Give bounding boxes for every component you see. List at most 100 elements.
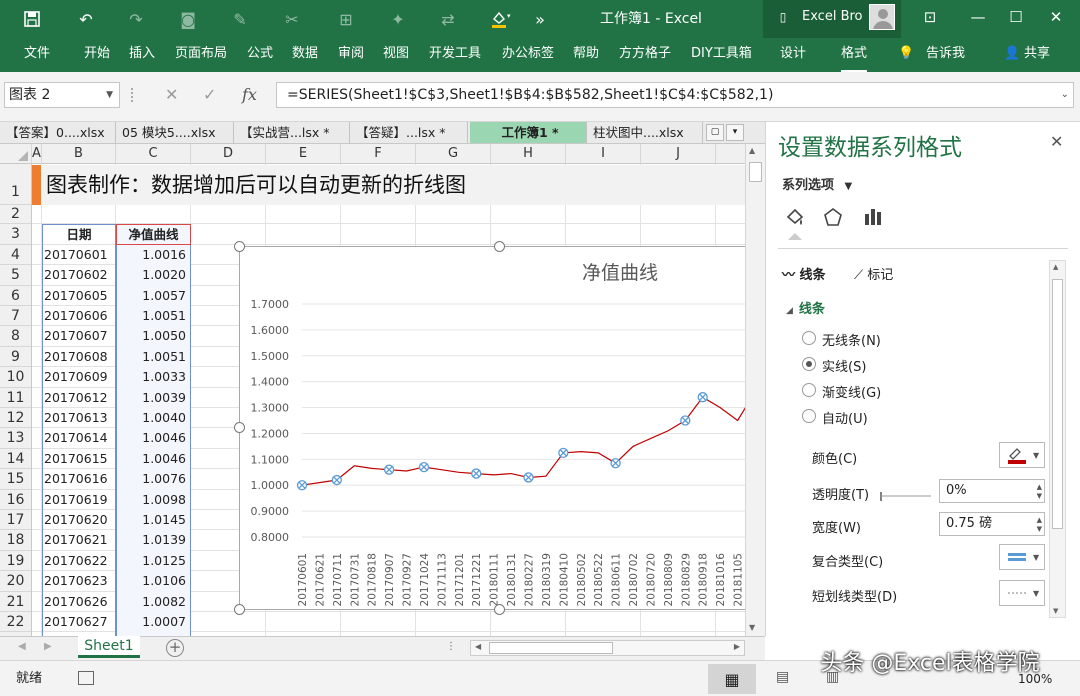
- enter-icon[interactable]: ✓: [203, 82, 216, 108]
- column-header[interactable]: D: [191, 144, 266, 164]
- insert-function-icon[interactable]: fx: [242, 82, 257, 108]
- scroll-thumb[interactable]: [749, 162, 762, 182]
- column-header[interactable]: I: [566, 144, 641, 164]
- value-cell[interactable]: 1.0046: [118, 428, 186, 448]
- fill-color-icon[interactable]: ▾: [480, 0, 520, 38]
- macro-record-icon[interactable]: [78, 671, 94, 685]
- column-header[interactable]: C: [116, 144, 191, 164]
- value-cell[interactable]: 1.0082: [118, 592, 186, 612]
- save-icon[interactable]: [14, 0, 50, 38]
- date-cell[interactable]: 20170616: [44, 469, 114, 489]
- row-header[interactable]: 2: [0, 205, 31, 224]
- scroll-thumb[interactable]: [1052, 279, 1063, 529]
- data-point-marker[interactable]: [697, 392, 708, 403]
- scroll-thumb[interactable]: [489, 642, 613, 654]
- transparency-input[interactable]: 0% ▲ ▼: [939, 479, 1045, 503]
- radio-label[interactable]: 渐变线(G): [822, 382, 881, 401]
- workbook-tab[interactable]: 【答疑】...lsx *: [352, 122, 468, 143]
- transparency-slider[interactable]: [879, 490, 931, 502]
- date-cell[interactable]: 20170620: [44, 510, 114, 530]
- date-cell[interactable]: 20170627: [44, 612, 114, 632]
- value-cell[interactable]: 1.0145: [118, 510, 186, 530]
- value-cell[interactable]: 1.0098: [118, 490, 186, 510]
- add-sheet-icon[interactable]: +: [166, 639, 184, 657]
- header-value[interactable]: 净值曲线: [116, 225, 191, 245]
- row-header[interactable]: 16: [0, 490, 31, 510]
- value-cell[interactable]: 1.0033: [118, 367, 186, 387]
- close-icon[interactable]: ✕: [1036, 0, 1076, 34]
- column-header[interactable]: E: [266, 144, 341, 164]
- value-cell[interactable]: 1.0051: [118, 347, 186, 367]
- sheet-next-icon[interactable]: ▶: [44, 641, 52, 652]
- row-header[interactable]: 14: [0, 449, 31, 469]
- width-input[interactable]: 0.75 磅 ▲ ▼: [939, 512, 1045, 536]
- menu-file[interactable]: 文件: [24, 38, 50, 72]
- menu-help[interactable]: 帮助: [573, 38, 599, 72]
- cancel-icon[interactable]: ✕: [165, 82, 178, 108]
- value-cell[interactable]: 1.0050: [118, 326, 186, 346]
- spin-up-icon[interactable]: ▲: [1037, 483, 1042, 492]
- menu-diy[interactable]: DIY工具箱: [691, 38, 752, 72]
- menu-home[interactable]: 开始: [84, 38, 110, 72]
- swap-icon[interactable]: ⇄: [430, 0, 466, 38]
- tool-icon[interactable]: ✂: [274, 0, 310, 38]
- scroll-up-icon[interactable]: ▲: [749, 146, 755, 155]
- menu-office-tab[interactable]: 办公标签: [502, 38, 554, 72]
- close-icon[interactable]: ✕: [1050, 132, 1063, 151]
- series-options-icon[interactable]: [860, 206, 886, 232]
- value-cell[interactable]: 1.0057: [118, 286, 186, 306]
- row-header[interactable]: 6: [0, 286, 31, 306]
- fill-line-icon[interactable]: [782, 206, 808, 240]
- value-cell[interactable]: 1.0007: [118, 612, 186, 632]
- menu-ffgz[interactable]: 方方格子: [619, 38, 671, 72]
- data-point-marker[interactable]: [296, 480, 308, 491]
- date-cell[interactable]: 20170621: [44, 530, 114, 550]
- date-cell[interactable]: 20170606: [44, 306, 114, 326]
- menu-insert[interactable]: 插入: [129, 38, 155, 72]
- section-line-header[interactable]: ◢ 线条: [786, 298, 825, 317]
- value-cell[interactable]: 1.0106: [118, 571, 186, 591]
- radio-label[interactable]: 实线(S): [822, 356, 866, 375]
- menu-format[interactable]: 格式: [841, 38, 868, 72]
- resize-handle-bc[interactable]: [494, 604, 505, 615]
- chevron-down-icon[interactable]: ⌄: [1061, 83, 1069, 107]
- data-point-marker[interactable]: [610, 458, 621, 469]
- series-options-dropdown[interactable]: 系列选项 ▼: [782, 174, 852, 193]
- more-commands-icon[interactable]: »: [522, 0, 558, 38]
- row-header[interactable]: 4: [0, 245, 31, 265]
- date-cell[interactable]: 20170619: [44, 490, 114, 510]
- row-header[interactable]: 5: [0, 265, 31, 286]
- menu-view[interactable]: 视图: [383, 38, 409, 72]
- row-header[interactable]: 17: [0, 510, 31, 530]
- value-cell[interactable]: 1.0139: [118, 530, 186, 550]
- row-header[interactable]: 21: [0, 592, 31, 612]
- workbook-tab[interactable]: 【答案】0....xlsx: [2, 122, 116, 143]
- radio-button[interactable]: [802, 383, 816, 397]
- minimize-icon[interactable]: —: [958, 0, 998, 34]
- workbook-tab[interactable]: 【实战营...lsx *: [236, 122, 350, 143]
- workbook-tab[interactable]: 工作簿1 *: [470, 122, 587, 143]
- value-cell[interactable]: 1.0076: [118, 469, 186, 489]
- spin-down-icon[interactable]: ▼: [1037, 492, 1042, 501]
- resize-handle-bl[interactable]: [234, 604, 245, 615]
- share-button[interactable]: 共享: [1024, 38, 1050, 72]
- user-name[interactable]: Excel Bro: [802, 0, 863, 34]
- row-header[interactable]: 1: [0, 164, 31, 205]
- menu-design[interactable]: 设计: [780, 38, 806, 72]
- sheet-tab[interactable]: Sheet1: [78, 636, 140, 658]
- date-cell[interactable]: 20170601: [44, 245, 114, 265]
- row-header[interactable]: 18: [0, 530, 31, 551]
- date-cell[interactable]: 20170612: [44, 388, 114, 408]
- row-header[interactable]: 3: [0, 224, 31, 245]
- grid-tool-icon[interactable]: ⊞: [328, 0, 364, 38]
- compound-type-picker[interactable]: ▼: [999, 544, 1045, 570]
- date-cell[interactable]: 20170608: [44, 347, 114, 367]
- undo-icon[interactable]: ↶: [68, 0, 104, 38]
- effects-icon[interactable]: [820, 206, 846, 232]
- row-header[interactable]: 20: [0, 571, 31, 592]
- formula-input[interactable]: =SERIES(Sheet1!$C$3,Sheet1!$B$4:$B$582,S…: [276, 82, 1074, 108]
- value-cell[interactable]: 1.0125: [118, 551, 186, 571]
- menu-developer[interactable]: 开发工具: [429, 38, 481, 72]
- date-cell[interactable]: 20170609: [44, 367, 114, 387]
- date-cell[interactable]: 20170607: [44, 326, 114, 346]
